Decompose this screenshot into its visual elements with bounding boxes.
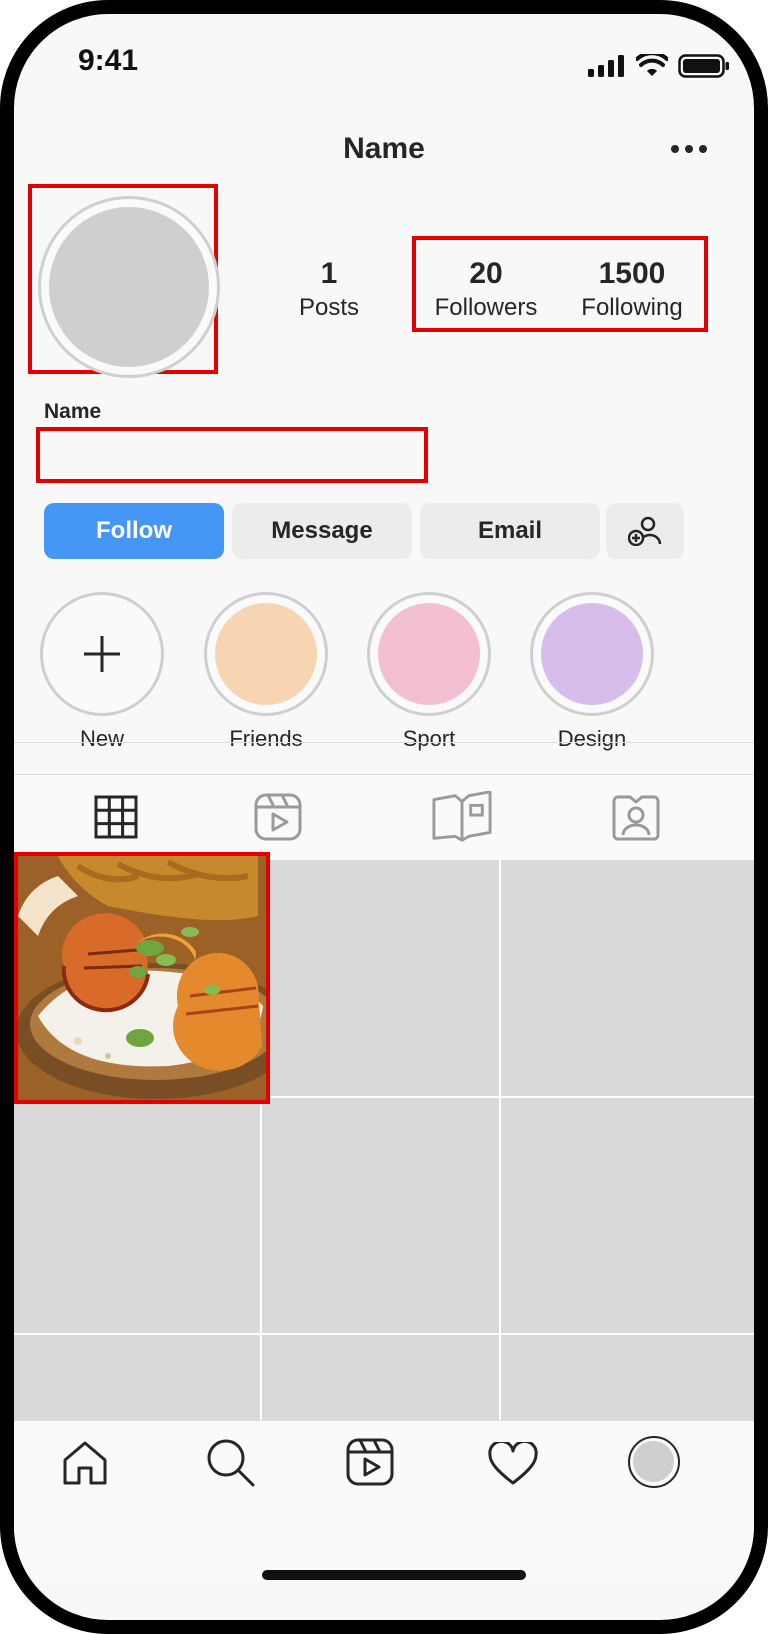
signal-icon xyxy=(588,55,624,77)
add-user-icon xyxy=(628,516,662,546)
highlight-label: New xyxy=(79,726,124,751)
avatar[interactable] xyxy=(38,196,220,378)
stat-posts-label: Posts xyxy=(298,294,360,321)
highlight-circle xyxy=(40,592,164,716)
guide-icon xyxy=(432,791,492,842)
profile-avatar[interactable] xyxy=(628,1436,680,1488)
profile-bio-field xyxy=(36,427,428,483)
stat-followers[interactable]: 20 Followers xyxy=(416,256,556,324)
stat-posts[interactable]: 1 Posts xyxy=(269,256,389,324)
profile-tabs xyxy=(14,774,754,860)
post-thumbnail[interactable] xyxy=(14,852,270,1104)
highlight-friends[interactable]: Friends xyxy=(204,592,328,752)
highlight-cover xyxy=(378,603,480,705)
grid-line xyxy=(499,860,501,1420)
bottom-nav xyxy=(14,1420,754,1580)
phone-frame: 9:41 Name 1 Posts 20 Followers 1500 Foll… xyxy=(0,0,768,1634)
email-button[interactable]: Email xyxy=(420,503,600,559)
add-user-button[interactable] xyxy=(606,503,684,559)
status-icons xyxy=(588,54,730,78)
highlight-circle xyxy=(204,592,328,716)
stat-posts-count: 1 xyxy=(320,257,338,290)
highlight-label: Friends xyxy=(229,726,303,751)
follow-button[interactable]: Follow xyxy=(44,503,224,559)
avatar-placeholder xyxy=(49,207,209,367)
stat-followers-label: Followers xyxy=(434,294,538,321)
page-title: Name xyxy=(343,132,425,165)
more-horizontal-icon[interactable] xyxy=(670,142,710,160)
profile-name-label: Name xyxy=(44,400,102,423)
stat-following-label: Following xyxy=(581,294,683,321)
post-photo-peach-toast xyxy=(18,856,266,1100)
highlight-new[interactable]: New xyxy=(40,592,164,752)
tab-tagged[interactable] xyxy=(606,774,666,860)
divider xyxy=(14,742,754,743)
stat-following[interactable]: 1500 Following xyxy=(562,256,702,324)
highlight-label: Design xyxy=(557,726,627,751)
highlight-circle xyxy=(530,592,654,716)
heart-icon[interactable] xyxy=(488,1442,538,1486)
highlight-label: Sport xyxy=(402,726,456,751)
message-button[interactable]: Message xyxy=(232,503,412,559)
search-icon[interactable] xyxy=(206,1438,256,1488)
plus-icon xyxy=(84,636,120,672)
avatar-highlight-box xyxy=(28,184,220,378)
tab-reels[interactable] xyxy=(248,774,308,860)
stat-following-count: 1500 xyxy=(598,257,666,290)
tab-guides[interactable] xyxy=(432,774,492,860)
reels-icon xyxy=(254,793,302,841)
home-indicator xyxy=(262,1570,526,1580)
tagged-icon xyxy=(612,795,660,841)
highlight-cover xyxy=(541,603,643,705)
wifi-icon xyxy=(636,54,668,76)
highlight-sport[interactable]: Sport xyxy=(367,592,491,752)
tab-grid[interactable] xyxy=(86,774,146,860)
grid-icon xyxy=(94,795,138,839)
battery-icon xyxy=(678,54,729,78)
highlight-design[interactable]: Design xyxy=(530,592,654,752)
stat-followers-count: 20 xyxy=(469,257,503,290)
status-time: 9:41 xyxy=(78,44,139,77)
highlight-circle xyxy=(367,592,491,716)
home-icon[interactable] xyxy=(62,1440,108,1486)
reels-nav-icon[interactable] xyxy=(346,1438,394,1486)
avatar-placeholder xyxy=(633,1441,674,1482)
grid-line xyxy=(14,1333,754,1335)
highlight-cover xyxy=(215,603,317,705)
divider xyxy=(14,1420,754,1421)
